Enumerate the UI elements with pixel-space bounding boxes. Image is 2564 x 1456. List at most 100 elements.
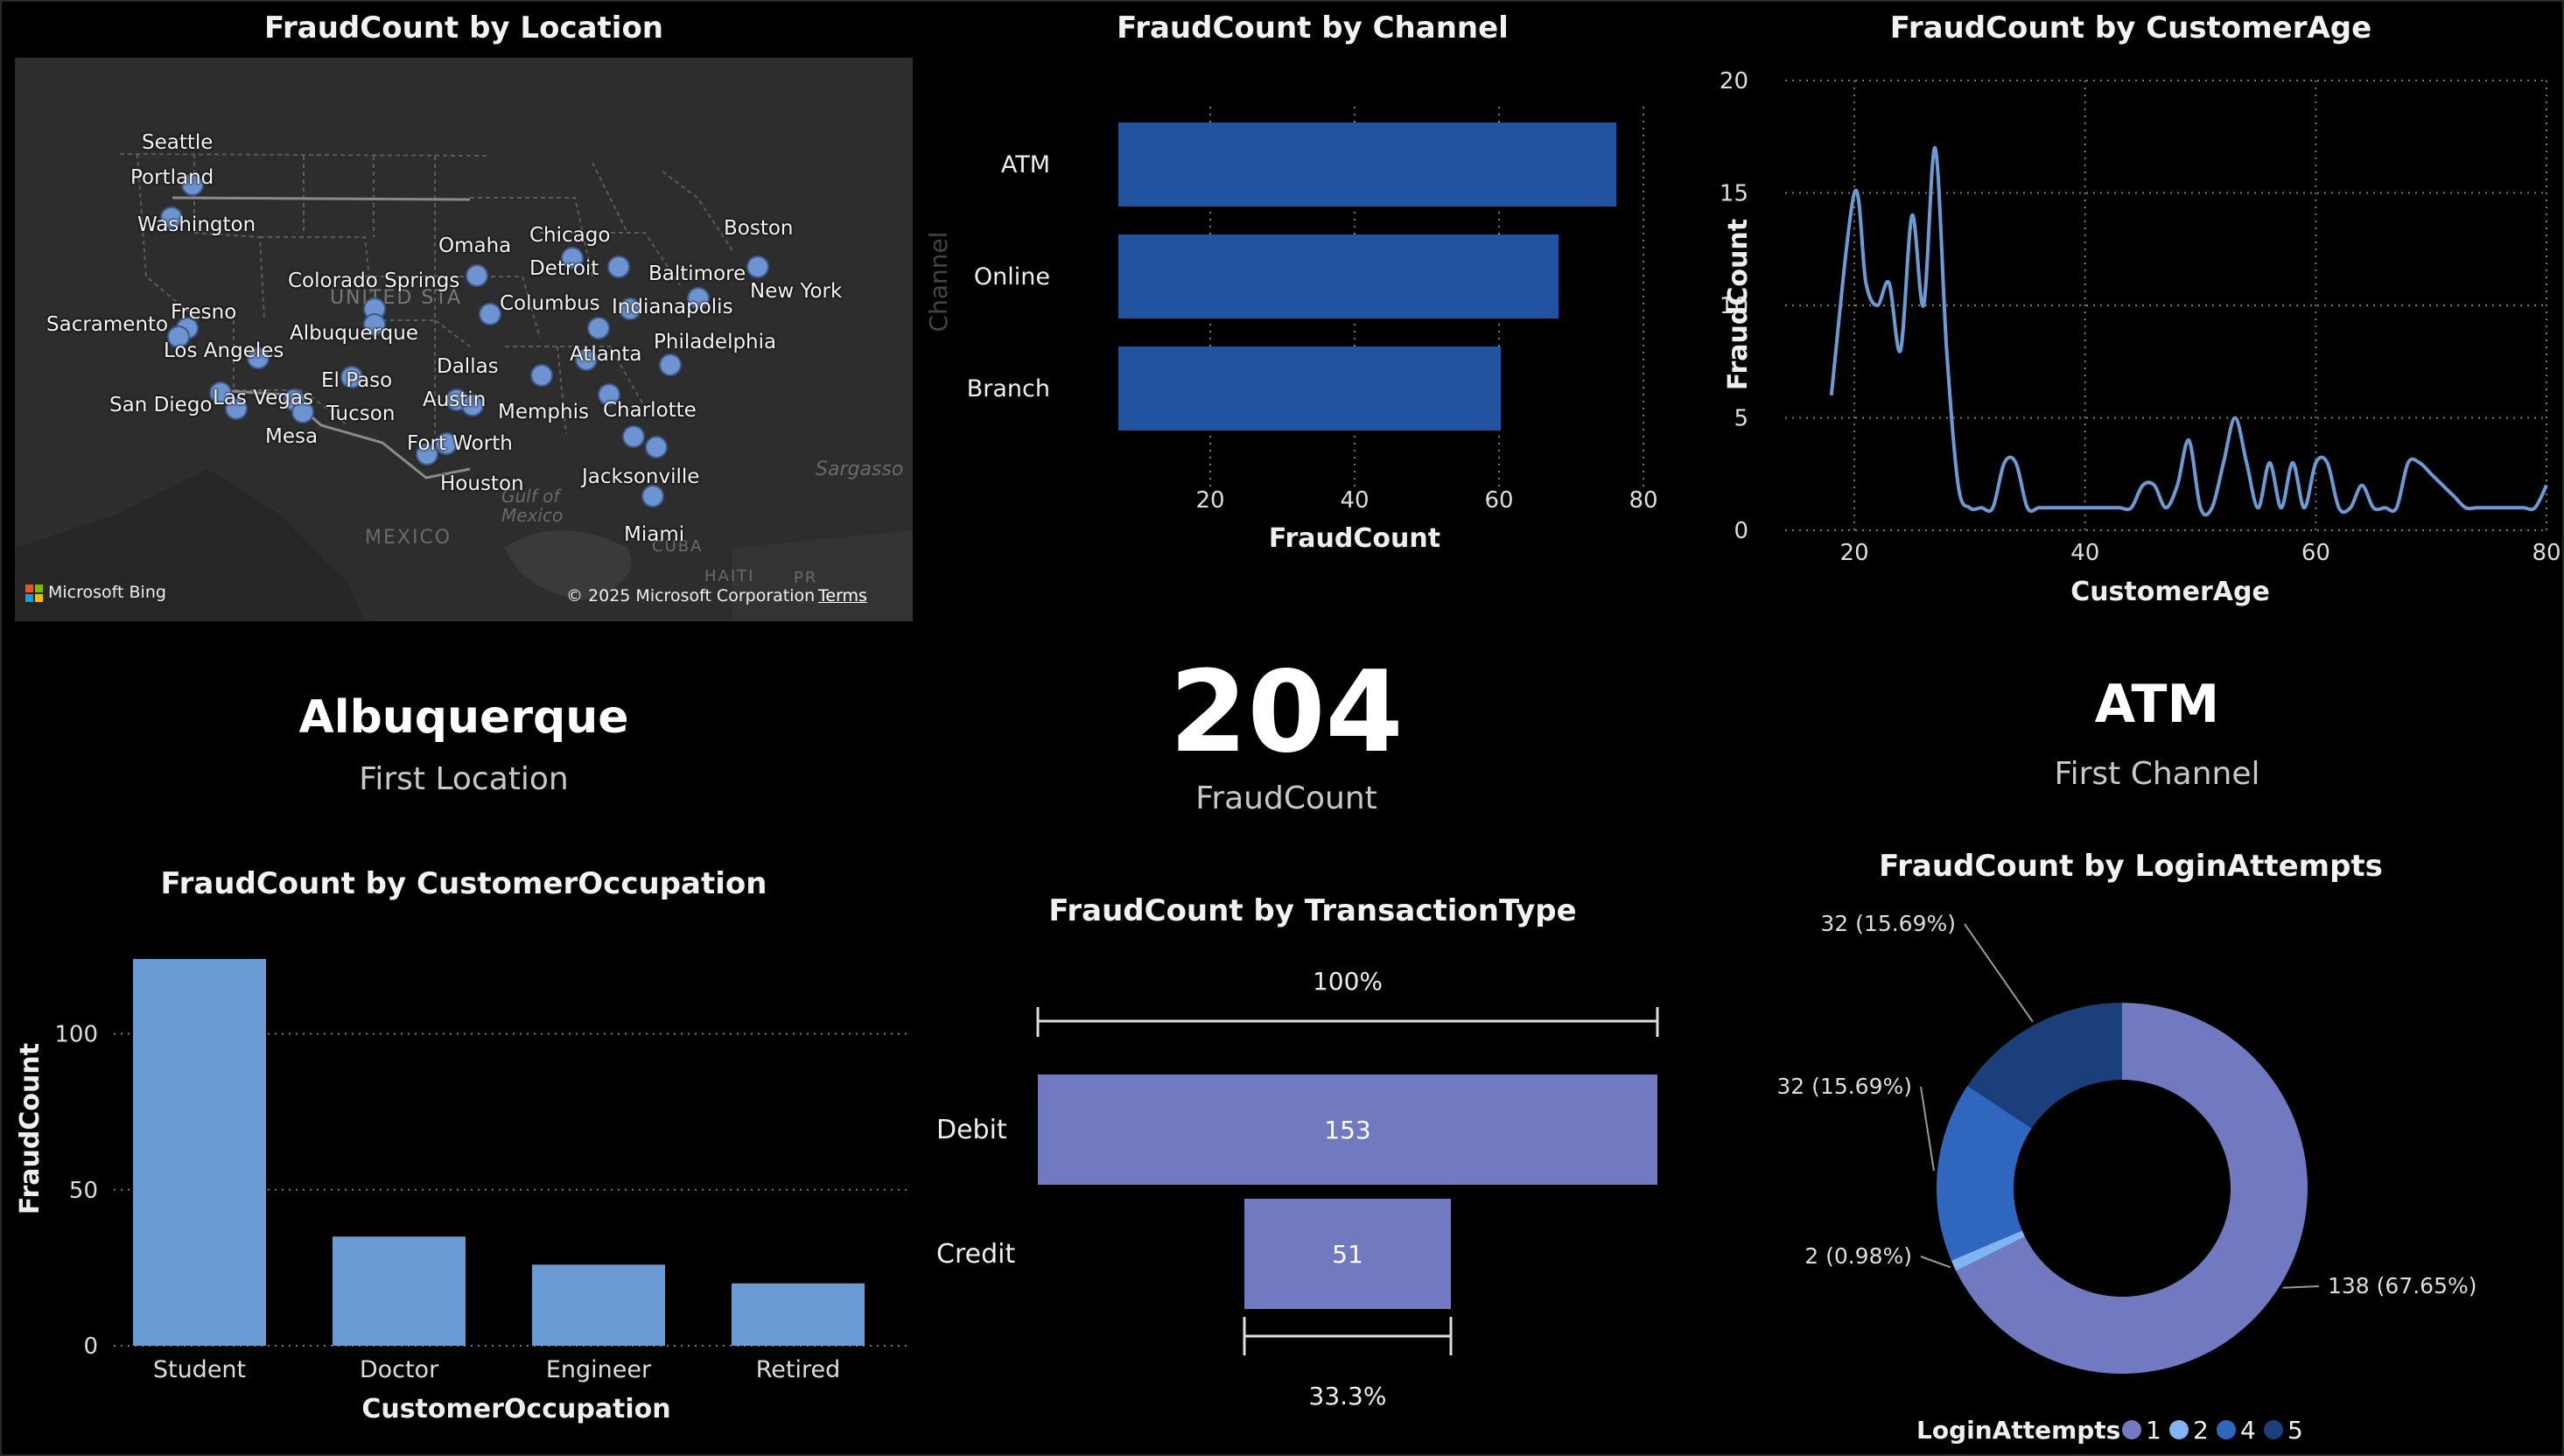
channel-bar: [1118, 346, 1501, 430]
x-axis-title: CustomerOccupation: [361, 1394, 670, 1424]
age-chart-plot: 0510152020 40 60 80CustomerAgeFraudCount: [1720, 68, 2561, 607]
city-label: Houston: [440, 472, 524, 495]
funnel-bottom-bracket: [1243, 1317, 1453, 1355]
donut-data-label: 32 (15.69%): [1820, 911, 1956, 936]
city-label: Philadelphia: [654, 331, 777, 354]
occupation-chart[interactable]: FraudCount by CustomerOccupation 0 50 100 S…: [0, 858, 928, 1456]
occupation-bar: [732, 1283, 865, 1346]
city-label: Tucson: [326, 402, 396, 425]
map-canvas[interactable]: UNITED STA MEXICO Gulf of Mexico Sargass…: [15, 58, 913, 621]
x-tick-label: Student: [153, 1356, 246, 1383]
city-label: Seattle: [142, 131, 214, 154]
city-label: Omaha: [438, 234, 512, 257]
city-label: El Paso: [321, 369, 393, 392]
occupation-chart-plot: 0 50 100 Student Doctor Engineer Retired Custom…: [15, 959, 912, 1424]
city-label: Columbus: [500, 292, 600, 315]
geo-label-mexico: MEXICO: [365, 527, 452, 549]
x-tick-label: 40: [1340, 487, 1369, 514]
map-title: FraudCount by Location: [263, 10, 664, 46]
city-dot[interactable]: [645, 436, 668, 458]
city-dot[interactable]: [746, 256, 769, 278]
map-terms-link[interactable]: Terms: [818, 586, 867, 606]
city-dot[interactable]: [659, 354, 682, 376]
channel-chart[interactable]: FraudCount by Channel 20 40 60 80 ATM Online B…: [928, 0, 1698, 578]
x-axis-title: CustomerAge: [2070, 577, 2270, 607]
donut-data-label: 138 (67.65%): [2328, 1273, 2477, 1298]
x-tick-label: 80: [1629, 487, 1657, 514]
legend-marker: [2122, 1420, 2141, 1439]
funnel-data-label: 153: [1324, 1116, 1370, 1144]
x-tick-label: 80: [2532, 540, 2560, 566]
city-label: Albuquerque: [290, 322, 419, 345]
x-tick-label: 20: [1840, 540, 1869, 566]
channel-chart-title: FraudCount by Channel: [1117, 10, 1509, 46]
donut-leader-line: [1920, 1256, 1951, 1269]
city-dot[interactable]: [466, 264, 488, 287]
first-channel-label: First Channel: [2054, 756, 2260, 792]
funnel-data-label: 51: [1332, 1240, 1363, 1269]
funnel-bottom-percent: 33.3%: [1309, 1382, 1387, 1410]
city-label: Detroit: [529, 257, 599, 280]
y-tick-label: Branch: [967, 375, 1050, 402]
y-tick-label: ATM: [1001, 151, 1050, 178]
transaction-chart[interactable]: FraudCount by TransactionType 100% 153 Deb…: [928, 888, 1698, 1456]
first-channel-card[interactable]: ATM First Channel: [1698, 674, 2564, 805]
transaction-chart-title: FraudCount by TransactionType: [1048, 893, 1577, 928]
first-location-card[interactable]: Albuquerque First Location: [0, 691, 928, 822]
funnel-top-percent: 100%: [1313, 967, 1383, 996]
y-tick-label: 50: [69, 1178, 98, 1204]
legend-title: LoginAttempts: [1916, 1416, 2120, 1445]
age-chart[interactable]: FraudCount by CustomerAge 0 5 10 15 20 20 40 60…: [1698, 0, 2564, 630]
occupation-bar: [333, 1236, 466, 1346]
geo-label-pr: PR: [794, 569, 818, 587]
map-visual[interactable]: FraudCount by Location UNITED STA MEXICO…: [0, 0, 928, 630]
city-dot[interactable]: [587, 317, 610, 340]
microsoft-logo-icon: [25, 584, 43, 602]
age-series-line: [1829, 146, 2548, 517]
legend-label: 4: [2240, 1416, 2256, 1445]
x-axis-title: FraudCount: [1269, 523, 1440, 554]
donut-leader-line: [2282, 1285, 2320, 1289]
channel-bar: [1118, 122, 1616, 206]
city-dot[interactable]: [607, 256, 630, 278]
y-tick-label: 20: [1720, 68, 1748, 94]
fraud-count-card[interactable]: 204 FraudCount: [928, 648, 1645, 831]
funnel-category-label: Debit: [936, 1115, 1007, 1145]
legend-marker: [2264, 1420, 2283, 1439]
city-label: Sacramento: [46, 313, 169, 336]
fraud-count-label: FraudCount: [1195, 780, 1377, 816]
login-chart[interactable]: FraudCount by LoginAttempts 138 (67.65%)…: [1698, 840, 2564, 1456]
y-axis-title: FraudCount: [1723, 219, 1754, 390]
city-label: Mesa: [265, 425, 319, 448]
first-location-value: Albuquerque: [298, 691, 629, 744]
city-label: Chicago: [529, 224, 611, 247]
city-label: Austin: [423, 388, 487, 411]
city-label: Charlotte: [603, 399, 697, 422]
x-tick-label: Doctor: [360, 1356, 439, 1383]
city-label: Atlanta: [570, 343, 642, 366]
city-label: Washington: [137, 214, 256, 236]
y-tick-label: Online: [974, 263, 1050, 290]
y-tick-label: 0: [1734, 518, 1748, 544]
city-label: Fresno: [171, 301, 237, 324]
city-dot[interactable]: [622, 425, 645, 448]
city-label: San Diego: [109, 394, 213, 416]
legend-marker: [2217, 1420, 2236, 1439]
city-label: Portland: [130, 166, 214, 189]
login-chart-title: FraudCount by LoginAttempts: [1879, 849, 2383, 884]
city-dot[interactable]: [530, 364, 553, 387]
age-chart-title: FraudCount by CustomerAge: [1889, 10, 2372, 46]
donut-leader-line: [1920, 1086, 1935, 1172]
city-label: Memphis: [498, 401, 589, 424]
bing-label: Microsoft Bing: [48, 583, 166, 602]
donut-data-label: 2 (0.98%): [1804, 1243, 1912, 1269]
occupation-bar: [133, 959, 266, 1346]
city-label: Dallas: [437, 355, 499, 378]
funnel-category-label: Credit: [936, 1239, 1015, 1270]
x-tick-label: 60: [1484, 487, 1513, 514]
x-tick-label: Engineer: [546, 1356, 652, 1383]
legend-label: 5: [2287, 1416, 2303, 1445]
y-axis-title: Channel: [928, 232, 953, 332]
legend-marker: [2169, 1420, 2189, 1439]
city-dot[interactable]: [479, 303, 501, 326]
